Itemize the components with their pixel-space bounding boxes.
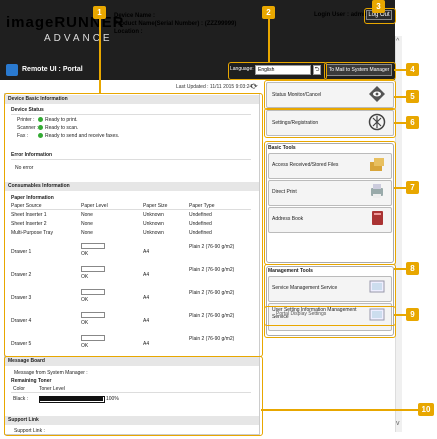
callout-line (394, 187, 406, 189)
callout-line (99, 19, 101, 93)
scroll-down-icon[interactable]: v (396, 420, 400, 427)
callout-line (394, 69, 406, 71)
refresh-icon[interactable]: ⟳ (251, 82, 258, 91)
product-serial: (ZZZ99999) (204, 21, 237, 27)
callout-box-4 (324, 62, 396, 80)
callout-10: 10 (418, 403, 434, 416)
device-name-label: Device Name : (114, 13, 156, 19)
callout-box-5 (264, 80, 396, 110)
callout-box-6 (264, 108, 396, 138)
callout-3: 3 (372, 0, 385, 13)
product-name-label: Product Name(Serial Number) : (114, 21, 204, 27)
device-info: Device Name : Product Name(Serial Number… (114, 12, 236, 36)
location-label: Location : (114, 29, 143, 35)
callout-1: 1 (93, 6, 106, 19)
callout-line (394, 314, 406, 316)
callout-box-1 (4, 93, 263, 357)
product-logo-sub: ADVANCE (44, 33, 113, 44)
callout-box-2 (228, 62, 327, 80)
callout-line (394, 96, 406, 98)
callout-line (394, 268, 406, 270)
callout-4: 4 (406, 63, 419, 76)
callout-box-8 (264, 264, 396, 338)
callout-box-10 (4, 356, 263, 436)
page-title: Remote UI : Portal (22, 66, 83, 73)
callout-7: 7 (406, 181, 419, 194)
login-user-label: Login User : (314, 12, 350, 18)
login-user: Login User : admin (314, 12, 368, 18)
callout-box-7 (264, 141, 396, 265)
callout-8: 8 (406, 262, 419, 275)
callout-6: 6 (406, 116, 419, 129)
callout-9: 9 (406, 308, 419, 321)
callout-box-9 (264, 306, 396, 326)
callout-line (268, 19, 270, 62)
callout-line (394, 122, 406, 124)
callout-5: 5 (406, 90, 419, 103)
callout-line (261, 409, 419, 411)
product-logo: imageRUNNER (6, 14, 125, 31)
scroll-up-icon[interactable]: ^ (396, 38, 399, 45)
last-updated: Last Updated : 11/11 2015 9:03:24 (176, 84, 253, 90)
remote-ui-icon (6, 64, 18, 76)
callout-2: 2 (262, 6, 275, 19)
